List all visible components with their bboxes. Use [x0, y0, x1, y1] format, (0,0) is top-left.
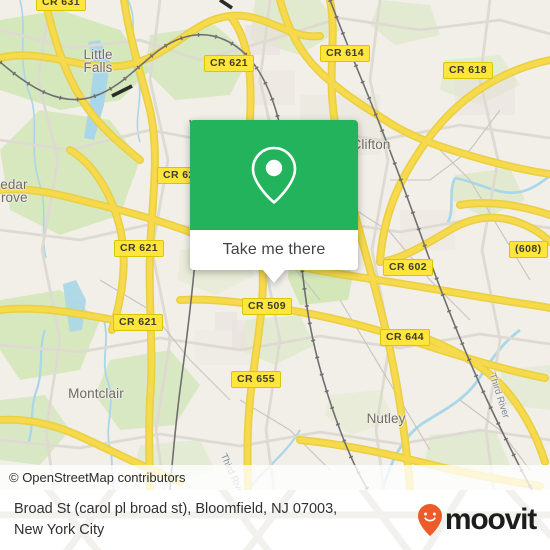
take-me-there-popup[interactable]: Take me there: [190, 120, 358, 283]
route-shield: CR 621: [114, 240, 165, 257]
osm-attribution-bar: © OpenStreetMap contributors: [0, 465, 550, 490]
take-me-there-label: Take me there: [222, 241, 326, 258]
route-shield: CR 602: [383, 259, 434, 276]
route-shield: (608): [509, 241, 548, 258]
route-shield: CR 644: [380, 329, 431, 346]
address-line-2: New York City: [14, 522, 105, 538]
osm-attribution-text: © OpenStreetMap contributors: [9, 470, 186, 485]
map-pin-icon: [251, 146, 297, 204]
popup-action-bar[interactable]: Take me there: [190, 230, 358, 283]
location-address: Broad St (carol pl broad st), Bloomfield…: [14, 499, 337, 541]
moovit-smiley-pin-icon: [417, 504, 442, 536]
address-line-1: Broad St (carol pl broad st), Bloomfield…: [14, 501, 338, 517]
route-shield: CR 621: [204, 55, 255, 72]
popup-icon-area: [190, 120, 358, 230]
popup-pointer-tail: [263, 270, 285, 283]
route-shield: CR 614: [320, 45, 371, 62]
route-shield: CR 509: [242, 298, 293, 315]
moovit-map-screen: .green{fill:#cfe6b4;} .greenlt{fill:#d9e…: [0, 0, 550, 550]
route-shield: CR 618: [443, 62, 494, 79]
moovit-wordmark: moovit: [444, 503, 537, 536]
route-shield: CR 655: [231, 371, 282, 388]
route-shield: CR 621: [113, 314, 164, 331]
footer-bar: Broad St (carol pl broad st), Bloomfield…: [0, 490, 550, 550]
moovit-logo[interactable]: moovit: [417, 503, 537, 537]
route-shield: CR 631: [36, 0, 87, 11]
